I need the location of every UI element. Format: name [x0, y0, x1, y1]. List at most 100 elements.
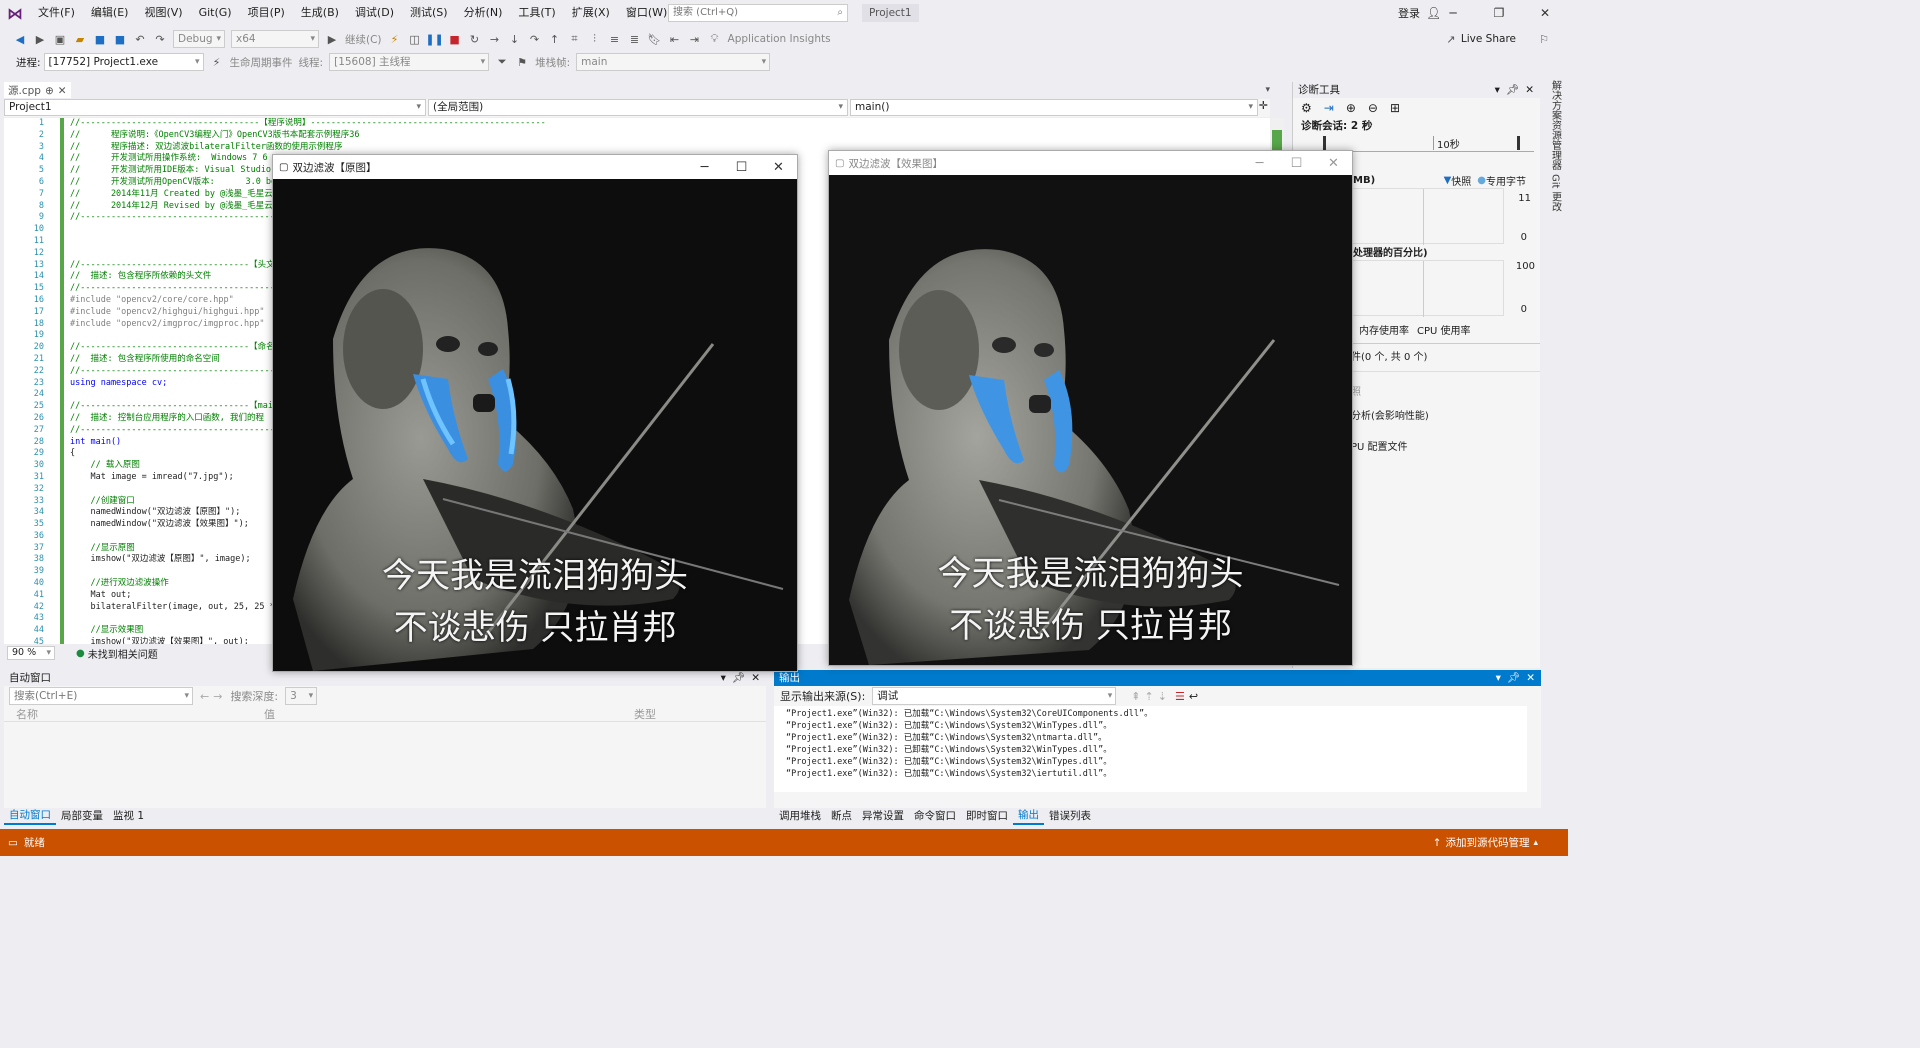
column-name-header[interactable]: 名称 — [16, 706, 38, 722]
code-line[interactable]: //-----------------------------------【程序… — [70, 118, 572, 130]
rail-git-changes[interactable]: Git 更改 — [1548, 174, 1563, 212]
opencv-window-original[interactable]: ▢ 双边滤波【原图】 ─ ☐ ✕ 今天我是流泪狗狗头 不谈悲伤 只拉肖邦 — [272, 154, 798, 672]
maximize-icon[interactable]: ☐ — [1278, 156, 1315, 171]
menu-item[interactable]: 扩展(X) — [564, 0, 618, 26]
show-next-statement-icon[interactable]: → — [487, 31, 503, 47]
stack-frame-select[interactable]: main — [576, 53, 771, 71]
hex-display-icon[interactable]: ⌗ — [567, 31, 583, 47]
column-value-header[interactable]: 值 — [264, 706, 275, 722]
tab-autos[interactable]: 自动窗口 — [4, 807, 56, 825]
close-icon[interactable]: ✕ — [1315, 156, 1352, 171]
panel-menu-icon[interactable]: ▾ — [1495, 82, 1500, 98]
add-to-source-control[interactable]: 添加到源代码管理 — [1445, 835, 1529, 850]
menu-item[interactable]: 项目(P) — [240, 0, 293, 26]
menu-item[interactable]: 视图(V) — [136, 0, 190, 26]
scope-nav-select[interactable]: (全局范围) — [428, 99, 848, 116]
output-line[interactable]: “Project1.exe”(Win32): 已加载“C:\Windows\Sy… — [774, 768, 1527, 780]
search-input[interactable]: 搜索 (Ctrl+Q) ⌕ — [668, 4, 848, 22]
member-nav-select[interactable]: main() — [850, 99, 1258, 116]
save-all-icon[interactable]: ■ — [112, 31, 128, 47]
new-project-icon[interactable]: ▣ — [52, 31, 68, 47]
pin-icon[interactable]: 📌︎ — [1507, 670, 1520, 686]
autos-search-input[interactable]: 搜索(Ctrl+E) — [9, 687, 193, 705]
forward-icon[interactable]: → — [213, 690, 222, 703]
export-icon[interactable]: ⇥ — [1324, 101, 1334, 115]
platform-select[interactable]: x64 — [231, 30, 319, 48]
thread-icon[interactable]: ⫶ — [587, 31, 603, 47]
uncomment-icon[interactable]: ≣ — [627, 31, 643, 47]
application-insights-button[interactable]: Application Insights — [728, 33, 831, 45]
next-message-icon[interactable]: ⇣ — [1158, 690, 1167, 703]
menu-item[interactable]: Git(G) — [191, 0, 240, 26]
memory-graph[interactable]: 11 0 — [1353, 188, 1531, 245]
tab-overflow-icon[interactable]: ▾ — [1265, 85, 1270, 95]
menu-item[interactable]: 分析(N) — [456, 0, 511, 26]
menu-item[interactable]: 调试(D) — [347, 0, 402, 26]
split-editor-icon[interactable]: ✛ — [1259, 99, 1268, 112]
forward-icon[interactable]: ▶ — [32, 31, 48, 47]
minimize-icon[interactable]: ─ — [1430, 6, 1476, 20]
menu-item[interactable]: 窗口(W) — [618, 0, 675, 26]
panel-menu-icon[interactable]: ▾ — [1496, 670, 1501, 686]
configuration-select[interactable]: Debug — [173, 30, 225, 48]
lifecycle-events-button[interactable]: 生命周期事件 — [230, 55, 293, 70]
minimize-icon[interactable]: ─ — [1241, 156, 1278, 171]
code-line[interactable]: // 程序描述: 双边滤波bilateralFilter函数的使用示例程序 — [70, 142, 572, 154]
pin-icon[interactable]: 📌︎ — [1506, 82, 1519, 98]
chevron-up-icon[interactable]: ▴ — [1533, 838, 1538, 848]
tab-source-cpp[interactable]: 源.cpp ⊕ ✕ — [4, 82, 71, 98]
reset-zoom-icon[interactable]: ⊞ — [1390, 101, 1400, 115]
stop-debugging-icon[interactable]: ■ — [447, 31, 463, 47]
pin-icon[interactable]: ⊕ — [45, 84, 54, 98]
clear-all-icon[interactable]: ☰ — [1175, 690, 1185, 703]
close-icon[interactable]: ✕ — [751, 670, 760, 686]
project-nav-select[interactable]: Project1 — [4, 99, 426, 116]
restore-icon[interactable]: ❐ — [1476, 6, 1522, 20]
back-icon[interactable]: ◀ — [12, 31, 28, 47]
pin-icon[interactable]: 📌︎ — [732, 670, 745, 686]
open-folder-icon[interactable]: ▰ — [72, 31, 88, 47]
tab-cpu-usage[interactable]: CPU 使用率 — [1417, 322, 1471, 337]
rail-solution-explorer[interactable]: 解决方案资源管理器 — [1548, 80, 1563, 170]
tab-call-stack[interactable]: 调用堆栈 — [774, 808, 826, 824]
close-icon[interactable]: ✕ — [1526, 670, 1535, 686]
settings-gear-icon[interactable]: ⚙ — [1301, 101, 1312, 115]
process-select[interactable]: [17752] Project1.exe — [43, 53, 204, 71]
menu-item[interactable]: 编辑(E) — [83, 0, 137, 26]
close-icon[interactable]: ✕ — [1525, 82, 1534, 98]
hot-reload-icon[interactable]: ⚡︎ — [387, 31, 403, 47]
tab-breakpoints[interactable]: 断点 — [826, 808, 857, 824]
output-line[interactable]: “Project1.exe”(Win32): 已加载“C:\Windows\Sy… — [774, 708, 1527, 720]
tab-error-list[interactable]: 错误列表 — [1044, 808, 1096, 824]
maximize-icon[interactable]: ☐ — [723, 160, 760, 175]
minimize-icon[interactable]: ─ — [686, 160, 723, 175]
tab-watch-1[interactable]: 监视 1 — [108, 808, 149, 824]
window-title-bar[interactable]: ▢ 双边滤波【效果图】 ─ ☐ ✕ — [829, 151, 1352, 175]
panel-menu-icon[interactable]: ▾ — [721, 670, 726, 686]
output-text[interactable]: “Project1.exe”(Win32): 已加载“C:\Windows\Sy… — [774, 706, 1527, 792]
live-share-button[interactable]: Live Share — [1461, 33, 1516, 45]
close-icon[interactable]: ✕ — [760, 160, 797, 175]
zoom-out-icon[interactable]: ⊖ — [1368, 101, 1378, 115]
visual-studio-logo-icon[interactable]: ⋈ — [0, 0, 30, 26]
flag-thread-icon[interactable]: ⚑ — [514, 54, 530, 70]
menu-item[interactable]: 工具(T) — [510, 0, 563, 26]
output-line[interactable]: “Project1.exe”(Win32): 已卸载“C:\Windows\Sy… — [774, 744, 1527, 756]
output-line[interactable]: “Project1.exe”(Win32): 已加载“C:\Windows\Sy… — [774, 756, 1527, 768]
find-message-icon[interactable]: ⇞ — [1131, 690, 1140, 703]
thread-select[interactable]: [15608] 主线程 — [329, 53, 490, 71]
back-icon[interactable]: ← — [200, 690, 209, 703]
tab-memory-usage[interactable]: 内存使用率 — [1359, 322, 1409, 337]
tab-command-window[interactable]: 命令窗口 — [909, 808, 961, 824]
zoom-in-icon[interactable]: ⊕ — [1346, 101, 1356, 115]
continue-play-icon[interactable]: ▶ — [324, 31, 340, 47]
word-wrap-icon[interactable]: ↩ — [1189, 690, 1198, 703]
screenshot-icon[interactable]: ◫ — [407, 31, 423, 47]
restart-icon[interactable]: ↻ — [467, 31, 483, 47]
tab-output[interactable]: 输出 — [1013, 807, 1044, 825]
comment-icon[interactable]: ≡ — [607, 31, 623, 47]
window-title-bar[interactable]: ▢ 双边滤波【原图】 ─ ☐ ✕ — [273, 155, 797, 179]
zoom-select[interactable]: 90 % — [7, 646, 55, 660]
menu-item[interactable]: 文件(F) — [30, 0, 83, 26]
tab-immediate-window[interactable]: 即时窗口 — [961, 808, 1013, 824]
